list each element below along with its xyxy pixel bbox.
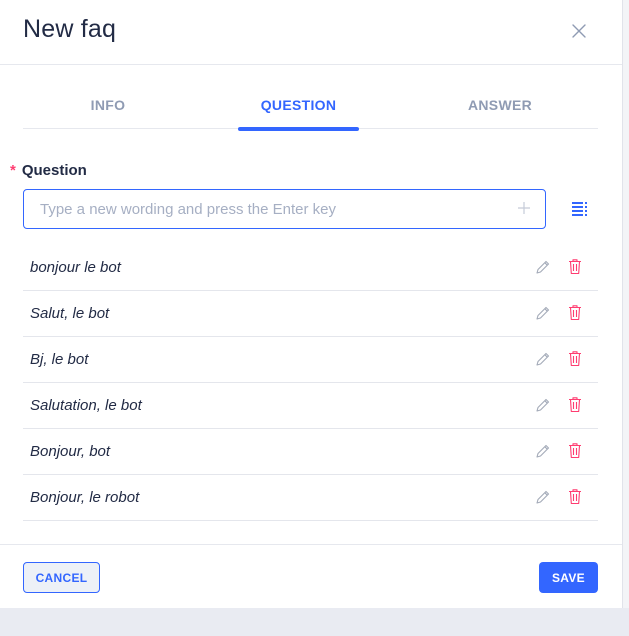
tab-bar: INFO QUESTION ANSWER (23, 86, 598, 131)
question-label-text: Question (21, 162, 87, 179)
tab-info[interactable]: INFO (23, 86, 193, 129)
pencil-icon[interactable] (535, 259, 551, 275)
pencil-icon[interactable] (535, 489, 551, 505)
question-label: * Question (10, 162, 87, 179)
question-input-box (23, 189, 546, 229)
pencil-icon[interactable] (535, 305, 551, 321)
pencil-icon[interactable] (535, 443, 551, 459)
close-icon[interactable] (570, 22, 588, 40)
question-row: Salut, le bot (23, 291, 598, 337)
trash-icon[interactable] (568, 304, 582, 321)
dialog-title: New faq (23, 15, 117, 43)
trash-icon[interactable] (568, 350, 582, 367)
question-text: Bonjour, bot (30, 443, 111, 460)
required-mark: * (10, 162, 16, 179)
question-input[interactable] (24, 190, 504, 228)
questions-list: bonjour le bot Salut, le bot Bj, le bot Sal… (23, 245, 598, 521)
question-row: Bj, le bot (23, 337, 598, 383)
trash-icon[interactable] (568, 396, 582, 413)
pencil-icon[interactable] (535, 397, 551, 413)
dialog-footer: CANCEL SAVE (0, 544, 622, 608)
list-icon[interactable] (571, 200, 589, 218)
question-text: Salutation, le bot (30, 397, 142, 414)
new-faq-dialog: New faq INFO QUESTION ANSWER * Question (0, 0, 622, 608)
question-text: Bj, le bot (30, 351, 89, 368)
tab-answer[interactable]: ANSWER (415, 86, 585, 129)
tab-question[interactable]: QUESTION (238, 86, 359, 131)
pencil-icon[interactable] (535, 351, 551, 367)
question-row: Bonjour, bot (23, 429, 598, 475)
question-text: Bonjour, le robot (30, 489, 140, 506)
scrollbar[interactable] (622, 0, 629, 608)
question-row: Bonjour, le robot (23, 475, 598, 521)
trash-icon[interactable] (568, 488, 582, 505)
plus-icon[interactable] (517, 201, 531, 215)
question-row: Salutation, le bot (23, 383, 598, 429)
trash-icon[interactable] (568, 258, 582, 275)
question-row: bonjour le bot (23, 245, 598, 291)
question-text: bonjour le bot (30, 259, 121, 276)
cancel-button[interactable]: CANCEL (23, 562, 100, 593)
question-text: Salut, le bot (30, 305, 110, 322)
trash-icon[interactable] (568, 442, 582, 459)
save-button[interactable]: SAVE (539, 562, 598, 593)
dialog-header: New faq (0, 0, 622, 65)
